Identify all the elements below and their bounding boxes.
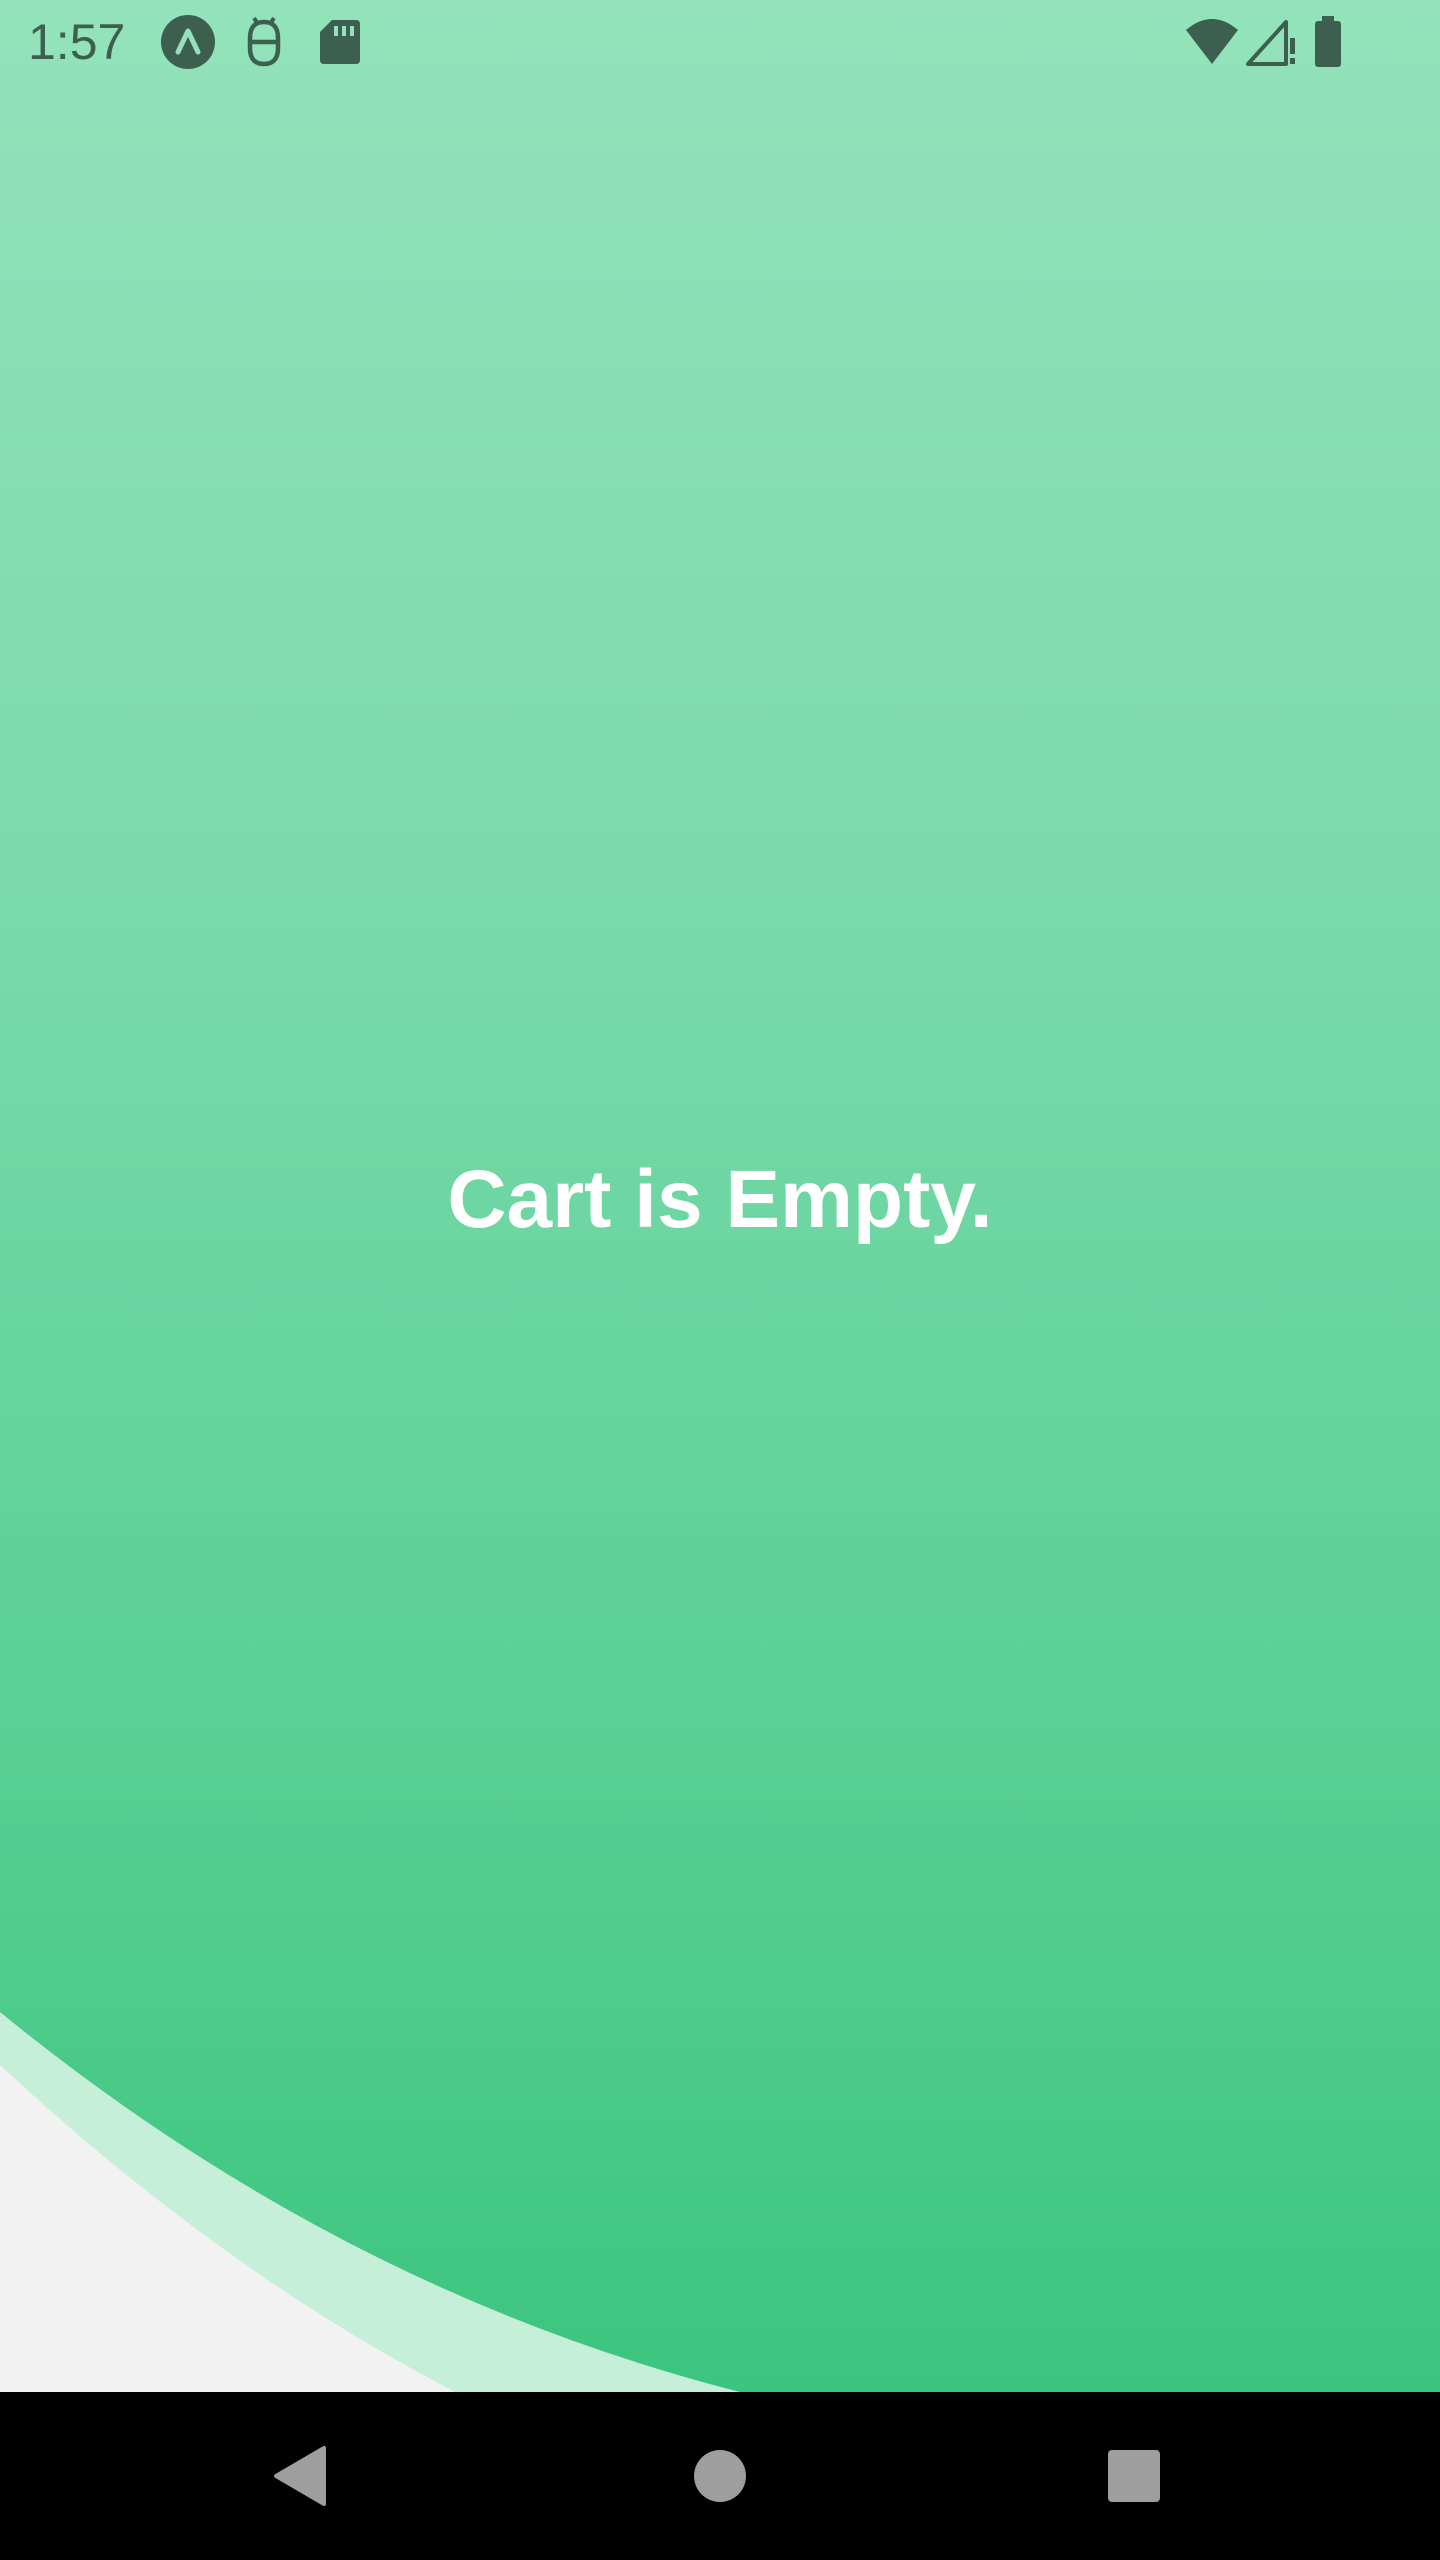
battery-icon: [1315, 16, 1341, 67]
cellular-signal-icon: [1246, 20, 1295, 66]
status-bar: 1:57: [0, 0, 1440, 84]
back-icon[interactable]: [250, 2426, 350, 2526]
screen: 1:57 Cart is Empty.: [0, 0, 1440, 2560]
app-notification-icon: [161, 15, 215, 69]
navigation-bar: [0, 2392, 1440, 2560]
sd-card-icon: [320, 20, 360, 64]
empty-cart-message: Cart is Empty.: [447, 1154, 993, 1245]
android-debug-icon: [247, 16, 281, 67]
wifi-icon: [1186, 19, 1238, 64]
home-icon[interactable]: [670, 2426, 770, 2526]
cart-screen: 1:57 Cart is Empty.: [0, 0, 1440, 2392]
status-time: 1:57: [28, 14, 126, 70]
recents-icon[interactable]: [1084, 2426, 1184, 2526]
